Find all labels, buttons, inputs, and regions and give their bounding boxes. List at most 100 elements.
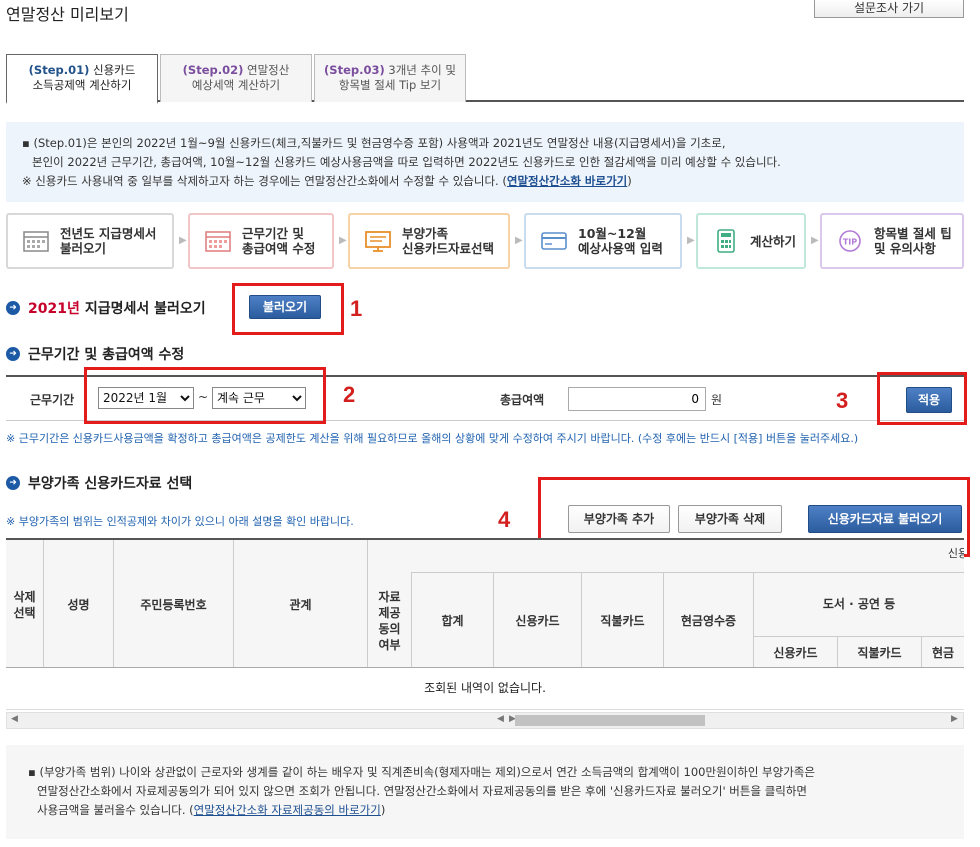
step-tabs: (Step.01) 신용카드 소득공제액 계산하기 (Step.02) 연말정산… [6, 54, 964, 104]
section-title: 근무기간 및 총급여액 수정 [28, 347, 185, 363]
tab-step-01[interactable]: (Step.01) 신용카드 소득공제액 계산하기 [6, 54, 158, 104]
scrollbar-thumb[interactable] [515, 715, 705, 726]
col-credit-card: 신용카드 [494, 572, 582, 667]
step-select-dependents[interactable]: 부양가족 신용카드자료선택 [348, 213, 510, 269]
section-year: 2021년 [28, 301, 80, 317]
svg-text:TIP: TIP [843, 238, 857, 247]
col-name: 성명 [44, 540, 114, 667]
col-cash-receipt: 현금영수증 [664, 572, 754, 667]
col-books-performance: 도서 · 공연 등 [822, 597, 896, 611]
header-divider [412, 572, 964, 573]
step-label: 10월~12월 [578, 226, 647, 241]
step-label: 신용카드자료선택 [402, 241, 495, 256]
arrow-right-icon: ➜ [6, 301, 20, 315]
info-line2: 본인이 2022년 근무기간, 총급여액, 10월~12월 신용카드 예상사용금… [32, 155, 781, 169]
tab-label-line2: 예상세액 계산하기 [191, 78, 281, 92]
info-line3: ※ 신용카드 사용내역 중 일부를 삭제하고자 하는 경우에는 연말정산간소화에… [22, 174, 499, 188]
tab-step-02[interactable]: (Step.02) 연말정산 예상세액 계산하기 [160, 54, 312, 102]
col-consent: 자료 제공 동의 여부 [368, 572, 412, 667]
dependents-scope-info: ▪ (부양가족 범위) 나이와 상관없이 근로자와 생계를 같이 하는 배우자 … [6, 745, 964, 839]
section-title: 부양가족 신용카드자료 선택 [28, 476, 193, 492]
step-label: 부양가족 [402, 226, 449, 241]
card-icon [541, 232, 567, 250]
marker-1: 1 [350, 296, 363, 321]
col-sub-credit: 신용카드 [754, 636, 838, 667]
step-tax-tips[interactable]: TIP 항목별 절세 팁및 유의사항 [820, 213, 964, 269]
period-label: 근무기간 [30, 393, 75, 407]
section-load-statement: ➜ 2021년 지급명세서 불러오기 [6, 298, 206, 318]
col-sub-debit: 직불카드 [838, 636, 922, 667]
scroll-left-icon[interactable]: ◀ [11, 714, 18, 724]
highlight-box-1 [232, 283, 344, 335]
highlight-box-3 [877, 372, 967, 425]
process-steps: 전년도 지급명세서 불러오기 ▶ 근무기간 및 총급여액 수정 ▶ 부양가족 신용카드… [6, 213, 964, 269]
tab-step-number: (Step.01) [28, 63, 90, 77]
highlight-box-2 [84, 367, 326, 424]
col-delete-select: 삭제 선택 [6, 540, 44, 667]
work-period-note: ※ 근무기간은 신용카드사용금액을 확정하고 총급여액은 공제한도 계산을 위해… [6, 432, 859, 445]
simplified-service-link[interactable]: 연말정산간소화 바로가기 [507, 174, 627, 188]
dependents-table-header: 삭제 선택 성명 주민등록번호 관계 자료 제공 동의 여부 합계 신용카드 직… [6, 538, 964, 668]
step-expected-usage[interactable]: 10월~12월 예상사용액 입력 [524, 213, 682, 269]
chevron-right-icon: ▶ [515, 235, 523, 246]
footer-line1: (부양가족 범위) 나이와 상관없이 근로자와 생계를 같이 하는 배우자 및 … [39, 765, 815, 779]
footer-line3: 사용금액을 불러올수 있습니다. [37, 803, 186, 817]
tab-step-03[interactable]: (Step.03) 3개년 추이 및 항목별 절세 Tip 보기 [314, 54, 466, 102]
salary-input[interactable] [568, 387, 706, 411]
step-label: 항목별 절세 팁 [874, 226, 952, 241]
step-edit-period[interactable]: 근무기간 및 총급여액 수정 [188, 213, 334, 269]
step-calculate[interactable]: 계산하기 [696, 213, 806, 269]
calendar-icon [23, 231, 49, 252]
marker-4: 4 [498, 507, 511, 532]
info-box: ▪ (Step.01)은 본인의 2022년 1월~9월 신용카드(체크,직불카… [6, 122, 964, 202]
arrow-right-icon: ➜ [6, 476, 20, 490]
section-dependents: ➜ 부양가족 신용카드자료 선택 [6, 473, 192, 493]
marker-2: 2 [343, 382, 356, 407]
step-label: 근무기간 및 [242, 226, 304, 241]
table-empty-row: 조회된 내역이 없습니다. [6, 668, 964, 710]
step-label: 전년도 지급명세서 [60, 226, 157, 241]
info-line1: (Step.01)은 본인의 2022년 1월~9월 신용카드(체크,직불카드 … [33, 136, 726, 150]
consent-service-link[interactable]: 연말정산간소화 자료제공동의 바로가기 [194, 803, 381, 817]
tab-step-number: (Step.03) [324, 63, 385, 77]
tab-label-line1: 연말정산 [247, 63, 290, 77]
page-title: 연말정산 미리보기 [6, 5, 129, 24]
horizontal-scrollbar[interactable]: ◀ ◀ ▶ ▶ [6, 712, 964, 729]
step-label: 총급여액 수정 [242, 241, 316, 256]
section-work-period: ➜ 근무기간 및 총급여액 수정 [6, 344, 184, 364]
schedule-icon [205, 231, 231, 252]
scroll-right-icon[interactable]: ▶ [951, 714, 958, 724]
tab-label-line2: 소득공제액 계산하기 [32, 78, 132, 92]
tab-step-number: (Step.02) [182, 63, 244, 77]
chevron-right-icon: ▶ [687, 235, 695, 246]
chevron-right-icon: ▶ [339, 235, 347, 246]
monitor-icon [365, 231, 391, 252]
step-load-statement[interactable]: 전년도 지급명세서 불러오기 [6, 213, 174, 269]
marker-3: 3 [836, 388, 849, 413]
footer-line2: 연말정산간소화에서 자료제공동의가 되어 있지 않으면 조회가 안됩니다. 연말… [37, 784, 808, 798]
dependents-note: ※ 부양가족의 범위는 인적공제와 차이가 있으니 아래 설명을 확인 바랍니다… [6, 515, 354, 528]
step-label: 계산하기 [750, 233, 797, 249]
tab-label-line1: 3개년 추이 및 [388, 63, 456, 77]
col-rrn: 주민등록번호 [114, 540, 234, 667]
salary-label: 총급여액 [500, 393, 545, 407]
currency-unit: 원 [711, 393, 723, 407]
chevron-right-icon: ▶ [811, 235, 819, 246]
col-top-partial: 신용 [947, 547, 964, 560]
tab-label-line1: 신용카드 [93, 63, 136, 77]
step-label: 및 유의사항 [874, 241, 936, 256]
arrow-right-icon: ➜ [6, 347, 20, 361]
section-title: 지급명세서 불러오기 [84, 301, 206, 317]
col-relation: 관계 [234, 540, 368, 667]
chevron-right-icon: ▶ [179, 235, 187, 246]
step-label: 불러오기 [60, 241, 107, 256]
calculator-icon [717, 229, 735, 253]
header-divider [754, 636, 964, 637]
col-total: 합계 [412, 572, 494, 667]
survey-button[interactable]: 설문조사 가기 [814, 0, 964, 18]
scroll-left-icon[interactable]: ◀ [497, 714, 504, 724]
col-sub-cash: 현금 [932, 646, 955, 660]
tab-label-line2: 항목별 절세 Tip 보기 [338, 78, 442, 92]
col-debit-card: 직불카드 [582, 572, 664, 667]
step-label: 예상사용액 입력 [578, 241, 663, 256]
